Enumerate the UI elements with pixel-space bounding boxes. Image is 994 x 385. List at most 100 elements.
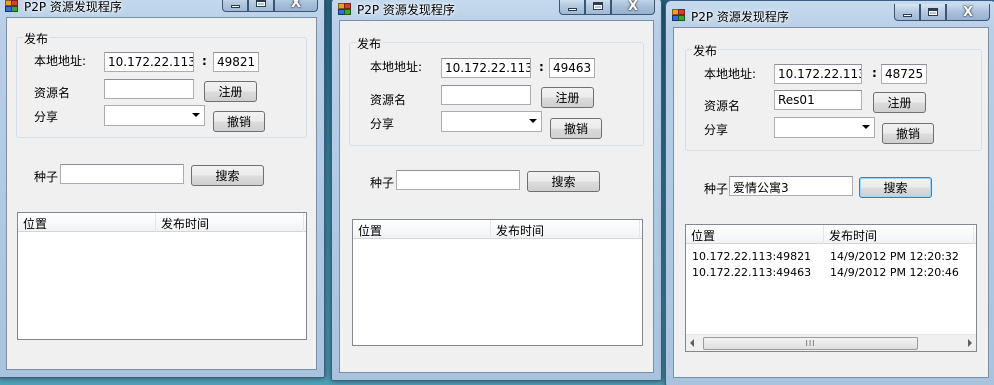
column-publish-time[interactable]: 发布时间	[824, 225, 974, 244]
seed-input[interactable]	[396, 170, 520, 190]
search-button[interactable]: 搜索	[527, 171, 600, 192]
close-icon: X	[962, 4, 974, 20]
table-row[interactable]: 10.172.22.113:49821 14/9/2012 PM 12:20:3…	[686, 250, 976, 265]
maximize-button[interactable]	[920, 4, 946, 21]
row-location: 10.172.22.113:49821	[692, 250, 812, 263]
column-location[interactable]: 位置	[353, 220, 491, 239]
resource-name-label: 资源名	[704, 99, 741, 113]
maximize-button[interactable]	[585, 0, 611, 15]
window-controls: X	[894, 4, 990, 22]
share-dropdown[interactable]	[774, 117, 875, 138]
revoke-button[interactable]: 撤销	[550, 118, 602, 139]
maximize-button[interactable]	[248, 0, 274, 12]
close-button[interactable]: X	[946, 4, 990, 21]
window-controls: X	[222, 0, 318, 13]
search-button[interactable]: 搜索	[191, 165, 264, 186]
port-colon: :	[872, 66, 877, 80]
minimize-icon	[902, 13, 912, 17]
register-button[interactable]: 注册	[873, 92, 926, 113]
results-list[interactable]: 位置 发布时间	[17, 212, 307, 340]
row-publish-time: 14/9/2012 PM 12:20:46	[830, 266, 959, 279]
publish-group-title: 发布	[356, 35, 383, 52]
dropdown-arrow-icon	[192, 113, 200, 117]
close-icon: X	[290, 0, 302, 11]
resource-name-input[interactable]: Res01	[774, 90, 862, 110]
port-field[interactable]: 49821	[213, 52, 259, 72]
desktop: { "windows": [ { "title": "P2P 资源发现程序", …	[0, 0, 994, 385]
minimize-button[interactable]	[559, 0, 585, 15]
ip-field[interactable]: 10.172.22.113	[774, 64, 862, 84]
share-dropdown[interactable]	[104, 105, 205, 126]
results-list[interactable]: 位置 发布时间	[352, 219, 643, 346]
search-button[interactable]: 搜索	[859, 177, 932, 198]
column-publish-time[interactable]: 发布时间	[491, 220, 640, 239]
seed-label: 种子	[704, 182, 729, 196]
port-colon: :	[539, 60, 544, 74]
scroll-right-icon[interactable]	[968, 339, 972, 347]
ip-field[interactable]: 10.172.22.113	[441, 58, 531, 78]
column-location[interactable]: 位置	[18, 213, 156, 232]
client-area: 发布 本地地址: 10.172.22.113 : 49463 资源名 注册 分享…	[339, 20, 654, 373]
register-button[interactable]: 注册	[204, 81, 257, 102]
results-list[interactable]: 位置 发布时间 10.172.22.113:49821 14/9/2012 PM…	[685, 224, 977, 352]
minimize-icon	[567, 7, 577, 11]
title-bar[interactable]: P2P 资源发现程序 X	[332, 0, 661, 20]
register-button[interactable]: 注册	[541, 87, 594, 108]
window-controls: X	[559, 0, 655, 16]
revoke-button[interactable]: 撤销	[882, 123, 934, 144]
app-window-2: P2P 资源发现程序 X 发布 本地地址: 10.172.22.113 : 49…	[331, 0, 662, 381]
minimize-icon	[230, 4, 240, 8]
client-area: 发布 本地地址: 10.172.22.113 : 48725 资源名 Res01…	[673, 27, 989, 378]
results-header: 位置 发布时间	[353, 220, 642, 239]
close-button[interactable]: X	[611, 0, 655, 15]
local-address-label: 本地地址:	[34, 54, 87, 68]
row-location: 10.172.22.113:49463	[692, 266, 812, 279]
column-publish-time[interactable]: 发布时间	[156, 213, 304, 232]
scrollbar-thumb[interactable]: III	[703, 337, 918, 350]
port-colon: :	[202, 54, 207, 68]
close-button[interactable]: X	[274, 0, 318, 12]
resource-name-label: 资源名	[34, 86, 71, 100]
publish-group-title: 发布	[23, 30, 50, 47]
column-location[interactable]: 位置	[686, 225, 824, 244]
row-publish-time: 14/9/2012 PM 12:20:32	[830, 250, 959, 263]
local-address-label: 本地地址:	[704, 67, 757, 81]
minimize-button[interactable]	[894, 4, 920, 21]
table-row[interactable]: 10.172.22.113:49463 14/9/2012 PM 12:20:4…	[686, 266, 976, 281]
seed-label: 种子	[34, 170, 59, 184]
port-field[interactable]: 49463	[549, 58, 595, 78]
revoke-button[interactable]: 撤销	[213, 111, 265, 132]
title-bar[interactable]: P2P 资源发现程序 X	[0, 0, 324, 17]
local-address-label: 本地地址:	[370, 60, 423, 74]
scrollbar-grip: III	[805, 339, 816, 348]
results-header: 位置 发布时间	[686, 225, 976, 244]
share-label: 分享	[704, 123, 729, 137]
share-label: 分享	[370, 117, 395, 131]
window-title: P2P 资源发现程序	[691, 10, 789, 24]
horizontal-scrollbar[interactable]: III	[686, 334, 976, 351]
publish-group-title: 发布	[692, 42, 719, 59]
scroll-left-icon[interactable]	[690, 339, 694, 347]
app-window-3: P2P 资源发现程序 X 发布 本地地址: 10.172.22.113 : 48…	[665, 0, 994, 385]
app-icon	[5, 0, 19, 12]
minimize-button[interactable]	[222, 0, 248, 12]
app-icon	[672, 9, 686, 21]
ip-field[interactable]: 10.172.22.113	[104, 52, 194, 72]
seed-input[interactable]	[60, 164, 184, 184]
close-icon: X	[627, 0, 639, 14]
client-area: 发布 本地地址: 10.172.22.113 : 49821 资源名 注册 分享…	[6, 17, 317, 370]
resource-name-input[interactable]	[104, 79, 194, 99]
title-bar[interactable]: P2P 资源发现程序 X	[666, 1, 994, 24]
resource-name-label: 资源名	[370, 93, 407, 107]
results-header: 位置 发布时间	[18, 213, 306, 232]
window-title: P2P 资源发现程序	[24, 0, 122, 14]
share-dropdown[interactable]	[441, 111, 542, 132]
seed-label: 种子	[370, 176, 395, 190]
maximize-icon	[928, 8, 938, 16]
seed-input[interactable]: 爱情公寓3	[729, 176, 853, 196]
resource-name-input[interactable]	[441, 85, 531, 105]
port-field[interactable]: 48725	[881, 64, 927, 84]
app-window-1: P2P 资源发现程序 X 发布 本地地址: 10.172.22.113 : 49…	[0, 0, 325, 378]
window-title: P2P 资源发现程序	[357, 3, 455, 17]
maximize-icon	[256, 0, 266, 7]
